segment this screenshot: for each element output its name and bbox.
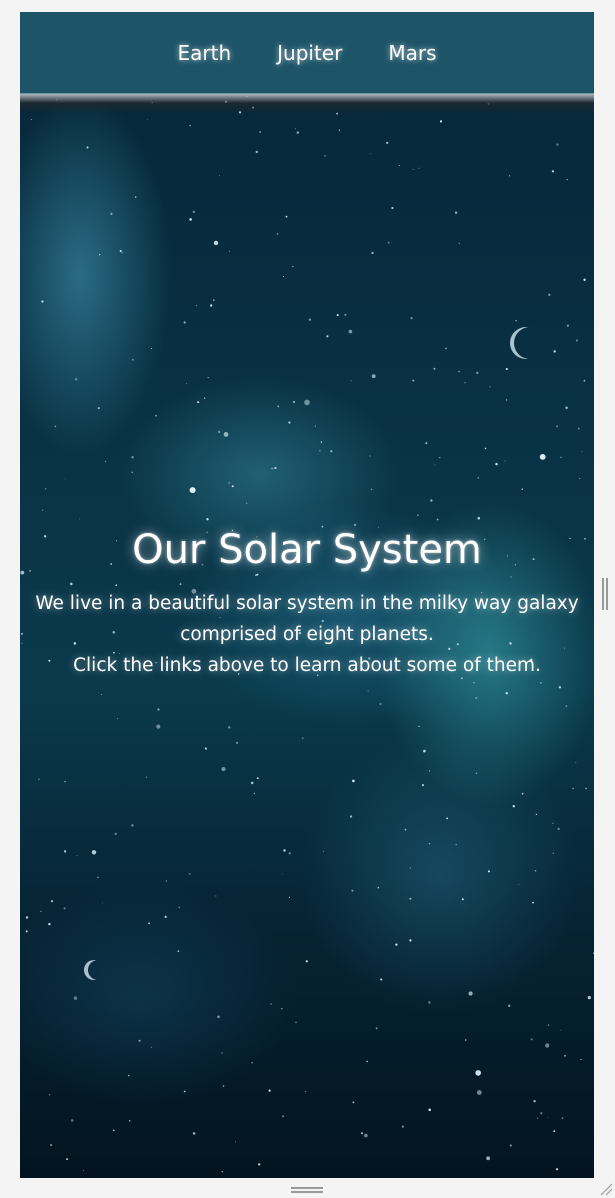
crescent-moon-lower: [84, 960, 104, 980]
top-navbar: Earth Jupiter Mars: [20, 12, 594, 94]
hero-description-line1: We live in a beautiful solar system in t…: [35, 593, 579, 645]
nav-link-mars[interactable]: Mars: [365, 41, 459, 65]
side-scroll-grip-icon[interactable]: [602, 578, 608, 610]
page-frame: Earth Jupiter Mars Our Solar System We l…: [20, 12, 594, 1178]
hero-section: Our Solar System We live in a beautiful …: [20, 520, 594, 681]
hero-title: Our Solar System: [132, 527, 482, 573]
hero-description-line2: Click the links above to learn about som…: [73, 655, 541, 676]
nav-link-jupiter[interactable]: Jupiter: [254, 41, 365, 65]
bottom-drag-grip-icon[interactable]: [291, 1187, 323, 1193]
resize-handle-icon[interactable]: [599, 1182, 613, 1196]
crescent-moon-upper: [510, 327, 542, 359]
navbar-shadow: [20, 94, 594, 114]
hero-description: We live in a beautiful solar system in t…: [20, 588, 594, 681]
nav-link-earth[interactable]: Earth: [155, 41, 255, 65]
